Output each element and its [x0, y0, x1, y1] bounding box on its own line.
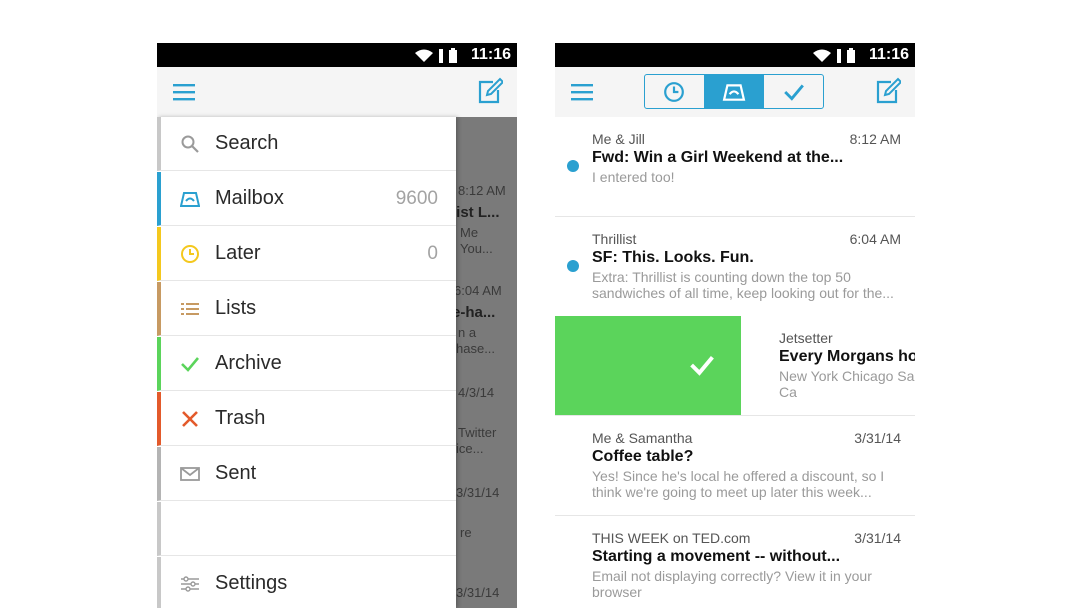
ghost-text: 8:12 AM [458, 183, 506, 198]
drawer-item-mailbox[interactable]: Mailbox 9600 [157, 172, 456, 226]
left-phone-screen: 11:16 8:12 AM list L... Me You... 6:04 A… [157, 43, 517, 608]
status-bar: 11:16 [555, 43, 915, 67]
ghost-text: re [460, 525, 472, 540]
drawer-item-label: Search [215, 132, 279, 154]
unread-indicator [567, 260, 579, 272]
archive-tab[interactable] [764, 75, 823, 108]
message-subject: Every Morgans hot [779, 348, 915, 365]
message-sender: Jetsetter [779, 330, 833, 346]
later-count: 0 [427, 243, 438, 264]
drawer-spacer [157, 502, 456, 556]
drawer-item-later[interactable]: Later 0 [157, 227, 456, 281]
drawer-item-label: Settings [215, 572, 288, 594]
battery-icon [847, 48, 855, 63]
later-tab[interactable] [645, 75, 705, 108]
ghost-text: 4/3/14 [458, 385, 495, 400]
mailbox-icon [722, 83, 746, 101]
wifi-icon [415, 49, 433, 62]
swipe-archive-background [555, 316, 741, 415]
ghost-text: e-ha... [452, 304, 496, 321]
view-switcher [644, 74, 824, 109]
search-icon [181, 135, 199, 153]
drawer-item-archive[interactable]: Archive [157, 337, 456, 391]
x-icon [182, 411, 198, 427]
message-row[interactable]: Me & Jill 8:12 AM Fwd: Win a Girl Weeken… [555, 117, 915, 217]
drawer-item-sent[interactable]: Sent [157, 447, 456, 501]
message-time: 3/31/14 [854, 430, 901, 446]
ghost-text: list L... [452, 204, 500, 221]
dimmed-mail-list[interactable]: 8:12 AM list L... Me You... 6:04 AM e-ha… [452, 117, 517, 608]
unread-indicator [567, 160, 579, 172]
message-preview: Yes! Since he's local he offered a disco… [592, 468, 885, 500]
ghost-text: 6:04 AM [454, 283, 502, 298]
message-row[interactable]: THIS WEEK on TED.com 3/31/14 Starting a … [555, 516, 915, 608]
message-time: 3/31/14 [854, 530, 901, 546]
message-row-swiping[interactable]: Jetsetter Every Morgans hot New York Chi… [555, 316, 915, 416]
message-row[interactable]: Me & Samantha 3/31/14 Coffee table? Yes!… [555, 416, 915, 516]
compose-icon[interactable] [875, 77, 901, 105]
clock-icon [181, 245, 199, 263]
clock-icon [664, 81, 685, 102]
wifi-icon [813, 49, 831, 62]
sliders-icon [181, 576, 199, 592]
check-icon [690, 355, 714, 376]
message-subject: Fwd: Win a Girl Weekend at the... [592, 149, 844, 166]
ghost-text: n a [458, 325, 477, 340]
envelope-icon [180, 467, 200, 481]
ghost-text: hase... [456, 341, 496, 356]
mailbox-icon [180, 192, 200, 207]
message-subject: Starting a movement -- without... [592, 548, 841, 565]
battery-icon [449, 48, 457, 63]
ghost-text: 3/31/14 [456, 485, 500, 500]
status-bar: 11:16 [157, 43, 517, 67]
drawer-item-label: Archive [215, 352, 282, 374]
drawer-item-search[interactable]: Search [157, 117, 456, 171]
ghost-text: Twitter [458, 425, 497, 440]
ghost-text: You... [460, 241, 493, 256]
status-time: 11:16 [868, 46, 909, 63]
message-row[interactable]: Thrillist 6:04 AM SF: This. Looks. Fun. … [555, 217, 915, 317]
ghost-text: Me [460, 225, 479, 240]
signal-icon [439, 48, 443, 63]
message-preview: Email not displaying correctly? View it … [592, 568, 872, 600]
top-bar [555, 67, 915, 118]
compose-icon[interactable] [477, 77, 503, 105]
drawer-item-label: Sent [215, 462, 257, 484]
ghost-text: 3/31/14 [456, 585, 500, 600]
message-subject: SF: This. Looks. Fun. [592, 249, 754, 266]
signal-icon [837, 48, 841, 63]
message-preview: Extra: Thrillist is counting down the to… [592, 269, 894, 301]
ghost-text: ice... [456, 441, 484, 456]
message-sender: THIS WEEK on TED.com [592, 530, 751, 546]
message-sender: Me & Jill [592, 131, 645, 147]
menu-icon[interactable] [173, 81, 195, 103]
drawer-item-label: Lists [215, 297, 257, 319]
status-time: 11:16 [470, 46, 511, 63]
drawer-item-settings[interactable]: Settings [157, 557, 456, 608]
menu-icon[interactable] [571, 81, 593, 103]
check-icon [783, 83, 804, 101]
message-sender: Me & Samantha [592, 430, 693, 446]
right-phone-screen: 11:16 Me & Jill 8:12 AM Fwd: Win a Girl … [555, 43, 915, 608]
message-subject: Coffee table? [592, 448, 694, 465]
message-preview: New York Chicago Sa Paris Los Angeles Ca [779, 368, 915, 400]
check-icon [181, 357, 199, 372]
drawer-item-label: Later [215, 242, 261, 264]
message-time: 6:04 AM [849, 231, 901, 247]
mailbox-tab[interactable] [704, 75, 765, 108]
message-time: 8:12 AM [849, 131, 901, 147]
list-icon [181, 303, 199, 315]
drawer-item-lists[interactable]: Lists [157, 282, 456, 336]
drawer-item-label: Trash [215, 407, 266, 429]
top-bar [157, 67, 517, 118]
navigation-drawer: Search Mailbox 9600 Later 0 Lists Archiv… [157, 117, 456, 608]
drawer-item-trash[interactable]: Trash [157, 392, 456, 446]
message-sender: Thrillist [592, 231, 637, 247]
drawer-item-label: Mailbox [215, 187, 284, 209]
message-preview: I entered too! [592, 169, 675, 185]
mailbox-count: 9600 [395, 188, 438, 209]
